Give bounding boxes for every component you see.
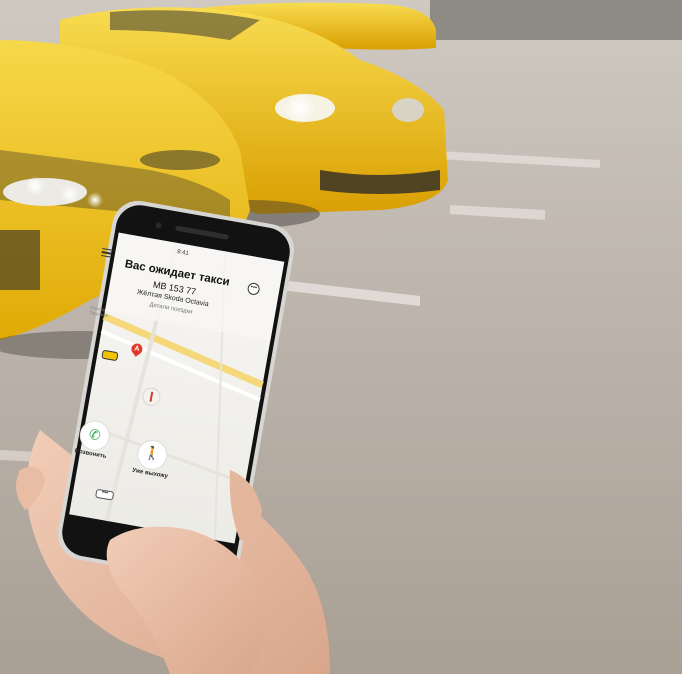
headlight-glow — [60, 184, 80, 204]
going-out-button[interactable]: 🚶 — [134, 437, 170, 473]
taxi-front-grille — [140, 150, 220, 170]
taxi-car-icon — [101, 349, 119, 362]
compass-icon[interactable] — [142, 387, 161, 407]
walking-person-icon: 🚶 — [143, 444, 162, 463]
taxi-front-bumper — [0, 230, 40, 290]
photo-scene: 9:41 ••• Вас ожидает такси МВ 153 77 Жёл… — [0, 0, 682, 674]
headlight-glow — [25, 176, 45, 196]
bottom-more-icon[interactable]: ••• — [95, 488, 115, 501]
pickup-pin-icon[interactable]: A — [129, 341, 145, 357]
map-street-label: Москва Тверская — [88, 304, 109, 318]
pin-label: A — [133, 345, 141, 353]
background-cars — [430, 0, 682, 40]
headlight-glow — [284, 92, 316, 124]
taxi-middle-headlight — [392, 98, 424, 122]
more-options-icon[interactable]: ••• — [246, 281, 261, 296]
call-button[interactable]: ✆ — [77, 418, 113, 453]
headlight-glow — [87, 192, 103, 208]
phone-icon: ✆ — [87, 425, 103, 444]
